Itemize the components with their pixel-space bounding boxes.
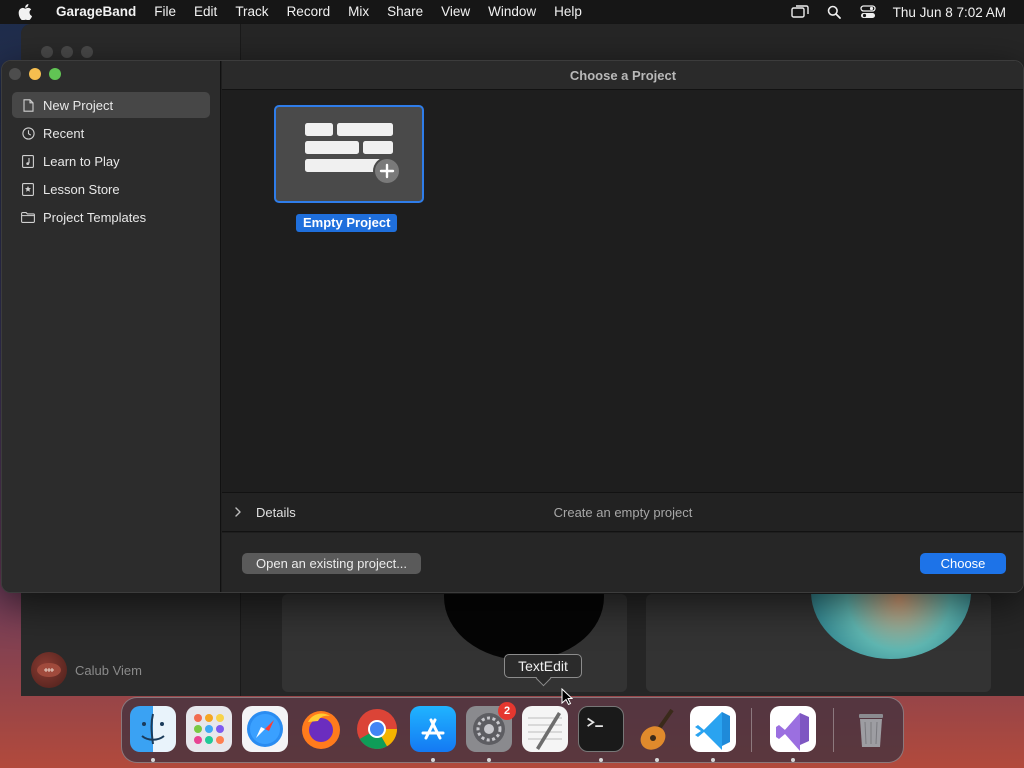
choose-project-window: New Project Recent Learn to Play Lesson … [1,60,1024,593]
notification-badge: 2 [498,702,516,720]
window-title: Choose a Project [569,67,677,83]
trash-icon[interactable] [848,706,894,752]
running-indicator [431,758,435,762]
app-store-icon[interactable] [410,706,456,752]
dock-tooltip: TextEdit [504,654,582,678]
sidebar-item-recent[interactable]: Recent [12,120,210,146]
safari-icon[interactable] [242,706,288,752]
finder-icon[interactable] [130,706,176,752]
dialog-footer: Open an existing project... Choose [222,533,1023,592]
document-icon [21,98,35,112]
running-indicator [791,758,795,762]
menu-edit[interactable]: Edit [185,0,226,24]
apple-menu-icon[interactable] [18,4,34,20]
menu-share[interactable]: Share [378,0,432,24]
clock-icon [21,126,35,140]
project-sidebar: New Project Recent Learn to Play Lesson … [2,61,221,592]
folder-icon [21,210,35,224]
menu-bar: GarageBand File Edit Track Record Mix Sh… [0,0,1024,24]
sidebar-item-learn-to-play[interactable]: Learn to Play [12,148,210,174]
sidebar-item-new-project[interactable]: New Project [12,92,210,118]
garageband-icon[interactable] [634,706,680,752]
app-menu-garageband[interactable]: GarageBand [52,0,145,24]
running-indicator [487,758,491,762]
dock-separator [751,708,752,752]
open-existing-project-button[interactable]: Open an existing project... [242,553,422,574]
sidebar-item-label: New Project [43,97,114,113]
football-avatar-icon [31,652,67,688]
close-button[interactable] [9,68,21,80]
choose-button[interactable]: Choose [920,553,1006,574]
background-close-button[interactable] [41,46,53,58]
screen-mirroring-icon[interactable] [783,0,817,24]
firefox-icon[interactable] [298,706,344,752]
spotlight-search-icon[interactable] [817,0,851,24]
chevron-right-icon[interactable] [234,507,248,517]
menu-bar-clock[interactable]: Thu Jun 8 7:02 AM [885,5,1024,20]
project-description: Create an empty project [553,504,693,520]
menu-help[interactable]: Help [545,0,591,24]
control-center-icon[interactable] [851,0,885,24]
background-card-artwork [811,594,971,659]
menu-view[interactable]: View [432,0,479,24]
dock-separator [833,708,834,752]
background-user-name: Calub Viem [75,662,142,678]
chrome-icon[interactable] [354,706,400,752]
dock: 2 [121,697,904,763]
empty-project-label[interactable]: Empty Project [296,214,398,232]
minimize-button[interactable] [29,68,41,80]
empty-project-icon [305,123,401,185]
menu-file[interactable]: File [145,0,185,24]
sidebar-item-label: Learn to Play [43,153,120,169]
music-note-icon [21,154,35,168]
visual-studio-icon[interactable] [770,706,816,752]
launchpad-icon[interactable] [186,706,232,752]
textedit-icon[interactable] [522,706,568,752]
background-minimize-button[interactable] [61,46,73,58]
running-indicator [599,758,603,762]
star-icon [21,182,35,196]
running-indicator [151,758,155,762]
background-card[interactable] [646,594,991,692]
empty-project-tile[interactable] [274,105,424,203]
sidebar-item-lesson-store[interactable]: Lesson Store [12,176,210,202]
sidebar-item-project-templates[interactable]: Project Templates [12,204,210,230]
menu-record[interactable]: Record [278,0,340,24]
zoom-button[interactable] [49,68,61,80]
menu-mix[interactable]: Mix [339,0,378,24]
terminal-icon[interactable] [578,706,624,752]
running-indicator [711,758,715,762]
sidebar-item-label: Recent [43,125,85,141]
background-user: Calub Viem [31,652,142,688]
running-indicator [655,758,659,762]
sidebar-list: New Project Recent Learn to Play Lesson … [12,92,210,232]
details-toggle[interactable]: Details [256,505,296,520]
sidebar-item-label: Project Templates [43,209,147,225]
background-card-artwork [444,594,604,660]
background-zoom-button[interactable] [81,46,93,58]
vscode-icon[interactable] [690,706,736,752]
details-bar: Details Create an empty project [222,492,1023,532]
menu-window[interactable]: Window [479,0,545,24]
window-controls [9,68,61,80]
window-title-bar: Choose a Project [222,61,1023,90]
menu-track[interactable]: Track [226,0,277,24]
mouse-cursor-icon [561,688,573,706]
project-content: Choose a Project Empty Project Details C… [222,61,1023,592]
sidebar-item-label: Lesson Store [43,181,120,197]
